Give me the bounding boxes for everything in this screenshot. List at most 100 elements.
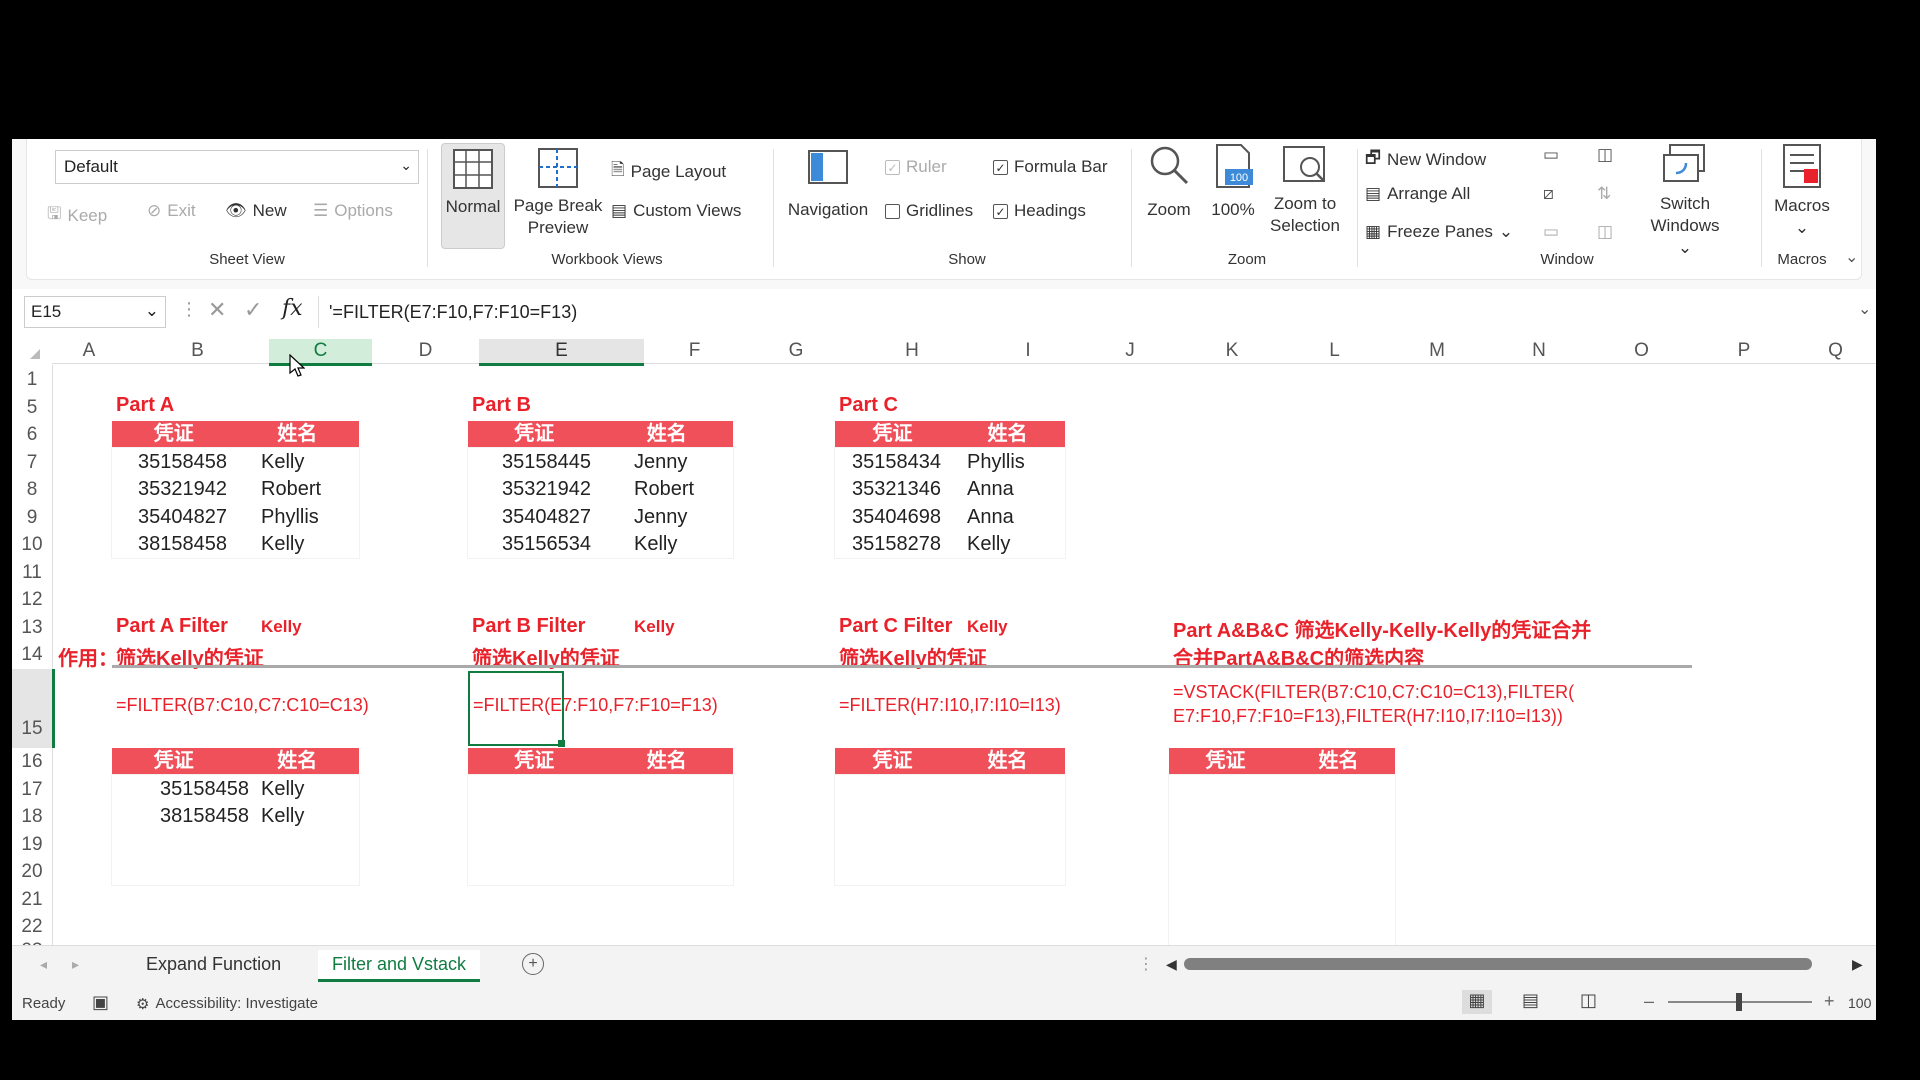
row-header[interactable]: 10	[12, 531, 53, 559]
fill-handle[interactable]	[558, 740, 565, 747]
row-header[interactable]: 8	[12, 476, 53, 504]
part-c-filter-name[interactable]: Kelly	[967, 617, 1008, 637]
collapse-ribbon-icon[interactable]: ⌄	[1845, 247, 1858, 267]
table-cell[interactable]: 35321942	[138, 478, 227, 501]
hide-button[interactable]: ⧄	[1543, 184, 1554, 204]
table-cell[interactable]: 38158458	[138, 533, 227, 556]
switch-windows-button[interactable]: Switch Windows ⌄	[1643, 143, 1727, 259]
column-header-m[interactable]: M	[1386, 339, 1488, 364]
page-layout-button[interactable]: 🗎 Page Layout	[611, 157, 726, 186]
vstack-formula-line-2[interactable]: E7:F10,F7:F10=F13),FILTER(H7:I10,I7:I10=…	[1173, 706, 1563, 727]
column-header-a[interactable]: A	[52, 339, 126, 364]
column-header-c[interactable]: C	[269, 339, 372, 366]
enter-check-icon[interactable]: ✓	[244, 297, 262, 323]
more-options-icon[interactable]: ⋮	[1138, 954, 1154, 974]
zoom-in-icon[interactable]: +	[1824, 991, 1835, 1012]
row-header[interactable]: 15	[12, 669, 55, 748]
scroll-right-icon[interactable]: ▶	[1852, 956, 1863, 973]
table-cell[interactable]: 35158458	[138, 451, 227, 474]
column-header-h[interactable]: H	[847, 339, 977, 364]
part-a-filter-name[interactable]: Kelly	[261, 617, 302, 637]
row-header[interactable]: 1	[12, 365, 53, 394]
table-cell[interactable]: Jenny	[634, 451, 687, 474]
new-window-button[interactable]: 🗗 New Window	[1365, 145, 1486, 174]
zoom-level[interactable]: 100	[1848, 995, 1871, 1011]
table-cell[interactable]: Anna	[967, 506, 1014, 529]
sheet-view-select[interactable]: Default ⌄	[55, 150, 419, 184]
gridlines-checkbox[interactable]: Gridlines	[885, 201, 973, 221]
table-cell[interactable]: Anna	[967, 478, 1014, 501]
column-header-n[interactable]: N	[1488, 339, 1590, 364]
column-header-o[interactable]: O	[1590, 339, 1693, 364]
tab-expand-function[interactable]: Expand Function	[132, 950, 295, 979]
cancel-icon[interactable]: ✕	[208, 297, 226, 323]
row-header[interactable]: 9	[12, 504, 53, 531]
table-cell[interactable]: 35158434	[852, 451, 941, 474]
table-cell[interactable]: 35321942	[502, 478, 591, 501]
table-cell[interactable]: Phyllis	[261, 506, 319, 529]
zoom-slider-thumb[interactable]	[1736, 993, 1742, 1011]
name-box[interactable]: E15 ⌄	[24, 296, 166, 328]
keep-button[interactable]: 🖫 Keep	[47, 201, 107, 230]
headings-checkbox[interactable]: ✓ Headings	[993, 201, 1086, 221]
part-a-formula[interactable]: =FILTER(B7:C10,C7:C10=C13)	[116, 695, 369, 716]
row-header[interactable]: 20	[12, 858, 53, 886]
zoom-out-icon[interactable]: –	[1644, 991, 1654, 1012]
row-header[interactable]: 22	[12, 913, 53, 941]
column-header-d[interactable]: D	[372, 339, 479, 364]
table-cell[interactable]: Kelly	[261, 778, 304, 801]
table-cell[interactable]: Kelly	[261, 805, 304, 828]
table-cell[interactable]: 35404827	[138, 506, 227, 529]
table-cell[interactable]: Kelly	[967, 533, 1010, 556]
column-header-j[interactable]: J	[1079, 339, 1181, 364]
zoom-to-selection-button[interactable]: Zoom to Selection	[1263, 143, 1347, 237]
table-cell[interactable]: 35158278	[852, 533, 941, 556]
scroll-left-icon[interactable]: ◂	[40, 956, 47, 973]
column-header-k[interactable]: K	[1181, 339, 1283, 364]
formula-input[interactable]: '=FILTER(E7:F10,F7:F10=F13)	[318, 296, 1866, 328]
formula-bar-checkbox[interactable]: ✓ Formula Bar	[993, 157, 1108, 177]
ruler-checkbox[interactable]: ✓ Ruler	[885, 157, 947, 177]
table-cell[interactable]: Robert	[261, 478, 321, 501]
page-layout-view-icon[interactable]: ▤	[1522, 990, 1539, 1011]
scroll-right-icon[interactable]: ▸	[72, 956, 79, 973]
column-header-i[interactable]: I	[977, 339, 1079, 364]
vstack-formula-line-1[interactable]: =VSTACK(FILTER(B7:C10,C7:C10=C13),FILTER…	[1173, 682, 1574, 703]
table-cell[interactable]: 38158458	[160, 805, 249, 828]
row-header[interactable]: 17	[12, 776, 53, 803]
table-cell[interactable]: 35156534	[502, 533, 591, 556]
page-break-preview-button[interactable]: Page Break Preview	[513, 143, 603, 239]
tab-filter-and-vstack[interactable]: Filter and Vstack	[318, 950, 481, 982]
column-header-l[interactable]: L	[1283, 339, 1386, 364]
normal-view-button[interactable]: Normal	[441, 143, 505, 249]
table-cell[interactable]: 35404698	[852, 506, 941, 529]
zoom-100-button[interactable]: 100 100%	[1203, 143, 1263, 221]
row-header[interactable]: 18	[12, 803, 53, 831]
column-header-q[interactable]: Q	[1795, 339, 1876, 364]
arrange-all-button[interactable]: ▤ Arrange All	[1365, 184, 1470, 204]
row-header[interactable]: 7	[12, 449, 53, 476]
part-c-formula[interactable]: =FILTER(H7:I10,I7:I10=I13)	[839, 695, 1061, 716]
column-header-p[interactable]: P	[1693, 339, 1795, 364]
scroll-left-icon[interactable]: ◀	[1166, 956, 1177, 973]
row-header[interactable]: 14	[12, 641, 53, 669]
view-side-by-side-button[interactable]: ◫	[1597, 145, 1613, 165]
column-header-e[interactable]: E	[479, 339, 644, 366]
page-break-view-icon[interactable]: ◫	[1580, 990, 1597, 1011]
new-sheet-view-button[interactable]: 👁 New	[225, 201, 287, 221]
insert-function-icon[interactable]: fx	[282, 296, 303, 321]
exit-button[interactable]: ⊘ Exit	[147, 201, 196, 221]
table-cell[interactable]: Kelly	[634, 533, 677, 556]
row-header[interactable]: 12	[12, 586, 53, 614]
freeze-panes-button[interactable]: ▦ Freeze Panes ⌄	[1365, 222, 1513, 242]
row-header[interactable]: 11	[12, 559, 53, 586]
chevron-down-icon[interactable]: ⌄	[1858, 299, 1871, 319]
part-b-formula[interactable]: =FILTER(E7:F10,F7:F10=F13)	[473, 695, 718, 716]
synchronous-scrolling-button[interactable]: ⇅	[1597, 184, 1611, 204]
custom-views-button[interactable]: ▤ Custom Views	[611, 201, 741, 221]
table-cell[interactable]: Robert	[634, 478, 694, 501]
table-cell[interactable]: 35158445	[502, 451, 591, 474]
row-header[interactable]: 5	[12, 394, 53, 421]
zoom-button[interactable]: Zoom	[1139, 143, 1199, 221]
table-cell[interactable]: 35321346	[852, 478, 941, 501]
